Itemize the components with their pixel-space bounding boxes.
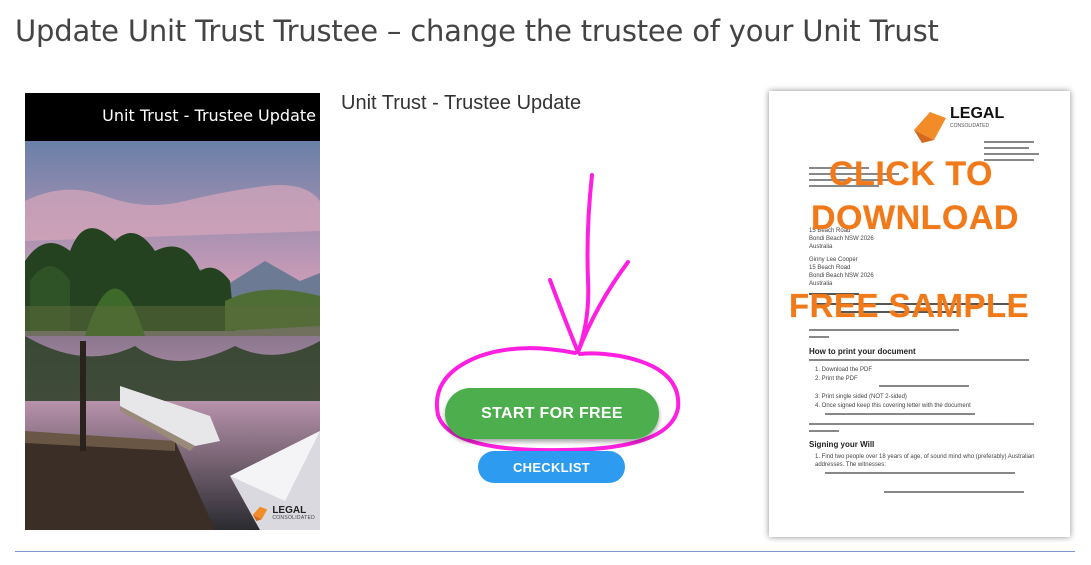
doc-signing-step: 1. Find two people over 18 years of age,…: [815, 454, 1035, 460]
sample-overlay-line3: FREE SAMPLE: [789, 287, 1030, 324]
sample-overlay-line2: DOWNLOAD: [811, 199, 1019, 237]
doc-line: [825, 413, 975, 415]
start-for-free-button[interactable]: START FOR FREE: [445, 388, 659, 439]
doc-heading-signing: Signing your Will: [809, 440, 875, 449]
doc-address-line: 15 Beach Road: [809, 265, 851, 271]
doc-line: [809, 359, 1029, 361]
lake-photo: [25, 141, 320, 530]
product-name: Unit Trust - Trustee Update: [341, 92, 582, 114]
doc-step: 2. Print the PDF: [815, 376, 858, 382]
page-title: Update Unit Trust Trustee – change the t…: [15, 14, 939, 48]
cover-logo-line1: LEGAL: [272, 504, 307, 516]
doc-step: 1. Download the PDF: [815, 367, 873, 373]
checklist-button[interactable]: CHECKLIST: [478, 451, 625, 483]
doc-line: [809, 329, 959, 331]
legal-consolidated-logo-icon: [253, 506, 268, 522]
download-free-sample-link[interactable]: LEGAL CONSOLIDATED 15 Beach Road Bondi B…: [769, 91, 1070, 537]
doc-line: [809, 423, 1034, 425]
doc-address-line: Australia: [809, 244, 833, 250]
doc-line: [984, 147, 1029, 149]
sample-logo: LEGAL CONSOLIDATED: [914, 103, 1042, 143]
doc-line: [809, 336, 829, 338]
sample-overlay-line1: CLICK TO: [829, 155, 993, 193]
doc-footer-line: [884, 491, 1024, 493]
doc-line: [825, 472, 1015, 474]
product-cover-image: Unit Trust - Trustee Update LEGAL CONSOL…: [25, 93, 320, 530]
sample-logo-line2: CONSOLIDATED: [950, 123, 990, 129]
cover-logo-line2: CONSOLIDATED: [272, 514, 315, 521]
cover-title-band: Unit Trust - Trustee Update: [25, 93, 320, 141]
doc-signing-step: addresses. The witnesses:: [815, 462, 886, 468]
doc-line: [809, 430, 839, 432]
section-divider: [15, 551, 1075, 552]
doc-line: [984, 141, 1034, 143]
doc-name-line: Ginny Lee Cooper: [809, 257, 858, 263]
doc-heading-print: How to print your document: [809, 347, 916, 356]
doc-address-line: Bondi Beach NSW 2026: [809, 273, 874, 279]
cover-logo: LEGAL CONSOLIDATED: [251, 504, 315, 522]
sample-logo-line1: LEGAL: [950, 105, 1005, 122]
cover-title: Unit Trust - Trustee Update: [102, 106, 316, 125]
doc-step: 3. Print single sided (NOT 2-sided): [815, 394, 907, 400]
doc-line: [879, 385, 969, 387]
legal-consolidated-logo-icon: [914, 112, 946, 143]
doc-step: 4. Once signed keep this covering letter…: [815, 403, 971, 409]
